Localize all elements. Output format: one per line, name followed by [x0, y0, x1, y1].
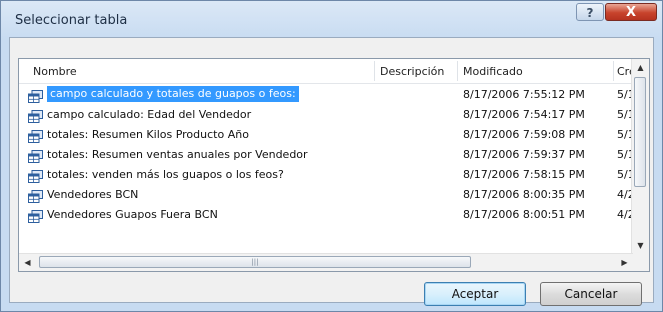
- dialog-body: Nombre Descripción Modificado Cre campo …: [9, 37, 654, 306]
- dialog-title: Seleccionar tabla: [15, 13, 128, 28]
- table-row[interactable]: totales: Resumen ventas anuales por Vend…: [19, 145, 635, 164]
- table-row[interactable]: totales: venden más los guapos o los feo…: [19, 165, 635, 184]
- row-name: totales: Resumen ventas anuales por Vend…: [47, 148, 308, 161]
- table-row[interactable]: campo calculado: Edad del Vendedor 8/17/2…: [19, 105, 635, 124]
- column-header-name[interactable]: Nombre: [33, 65, 77, 78]
- help-button[interactable]: ?: [576, 3, 604, 21]
- row-name: Vendedores BCN: [47, 188, 139, 201]
- column-header-modified[interactable]: Modificado: [463, 65, 523, 78]
- table-icon: [28, 188, 43, 203]
- table-icon: [28, 128, 43, 143]
- scroll-right-arrow-icon[interactable]: ▶: [616, 254, 633, 271]
- scroll-down-arrow-icon[interactable]: ▼: [632, 237, 649, 254]
- row-modified: 8/17/2006 7:59:37 PM: [463, 148, 585, 161]
- row-name: Vendedores Guapos Fuera BCN: [47, 208, 218, 221]
- column-divider[interactable]: [613, 61, 614, 81]
- table-icon: [28, 108, 43, 123]
- table-row[interactable]: totales: Resumen Kilos Producto Año 8/17/…: [19, 125, 635, 144]
- row-modified: 8/17/2006 7:54:17 PM: [463, 108, 585, 121]
- table-row[interactable]: Vendedores Guapos Fuera BCN 8/17/2006 8:0…: [19, 205, 635, 224]
- column-divider[interactable]: [374, 61, 375, 81]
- vertical-scrollbar[interactable]: ▲ ▼: [631, 59, 649, 254]
- row-modified: 8/17/2006 7:55:12 PM: [463, 88, 585, 101]
- row-modified: 8/17/2006 7:58:15 PM: [463, 168, 585, 181]
- row-modified: 8/17/2006 8:00:35 PM: [463, 188, 585, 201]
- scroll-left-arrow-icon[interactable]: ◀: [19, 254, 36, 271]
- row-name: totales: Resumen Kilos Producto Año: [47, 128, 249, 141]
- horizontal-scrollbar[interactable]: ◀ ||| ▶: [19, 253, 633, 271]
- column-divider[interactable]: [457, 61, 458, 81]
- table-icon: [28, 148, 43, 163]
- column-header-description[interactable]: Descripción: [380, 65, 444, 78]
- row-name: totales: venden más los guapos o los feo…: [47, 168, 284, 181]
- list-header: Nombre Descripción Modificado Cre: [19, 59, 636, 84]
- table-row[interactable]: campo calculado y totales de guapos o fe…: [19, 85, 635, 104]
- scroll-up-arrow-icon[interactable]: ▲: [632, 59, 649, 76]
- row-name: campo calculado y totales de guapos o fe…: [47, 86, 299, 102]
- row-modified: 8/17/2006 7:59:08 PM: [463, 128, 585, 141]
- table-icon: [28, 88, 43, 103]
- close-button[interactable]: X: [605, 3, 657, 21]
- table-row[interactable]: Vendedores BCN 8/17/2006 8:00:35 PM 4/2: [19, 185, 635, 204]
- table-icon: [28, 168, 43, 183]
- vertical-scroll-thumb[interactable]: [634, 77, 646, 187]
- title-bar[interactable]: Seleccionar tabla ? X: [1, 1, 662, 37]
- select-table-dialog: Seleccionar tabla ? X Nombre Descripción…: [0, 0, 663, 312]
- accept-button[interactable]: Aceptar: [424, 282, 526, 306]
- horizontal-scroll-thumb[interactable]: |||: [39, 256, 471, 268]
- row-name: campo calculado: Edad del Vendedor: [47, 108, 252, 121]
- scrollbar-corner: [632, 254, 649, 271]
- table-icon: [28, 208, 43, 223]
- cancel-button[interactable]: Cancelar: [540, 282, 642, 306]
- table-list[interactable]: Nombre Descripción Modificado Cre campo …: [18, 58, 650, 272]
- row-modified: 8/17/2006 8:00:51 PM: [463, 208, 585, 221]
